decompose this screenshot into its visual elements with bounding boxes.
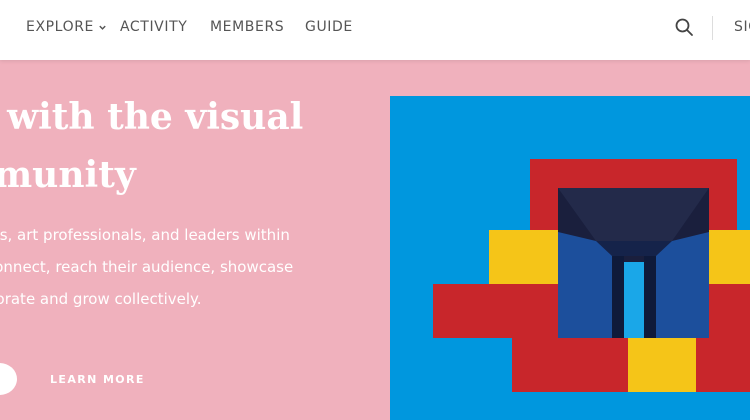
description-line: borate and grow collectively. (0, 290, 202, 308)
nav-explore[interactable]: EXPLORE (26, 19, 107, 35)
sign-in-link[interactable]: SIG (734, 19, 750, 35)
description-line: connect, reach their audience, showcase (0, 258, 294, 276)
nav-guide[interactable]: GUIDE (305, 19, 353, 35)
hero-description: sts, art professionals, and leaders with… (0, 219, 340, 315)
hero-headline: ct with the visual mmunity (0, 88, 360, 204)
description-line: sts, art professionals, and leaders with… (0, 226, 290, 244)
nav-activity[interactable]: ACTIVITY (120, 19, 187, 35)
nav-explore-label: EXPLORE (26, 19, 94, 35)
nav-members[interactable]: MEMBERS (210, 19, 284, 35)
learn-more-link[interactable]: LEARN MORE (50, 373, 145, 386)
search-icon[interactable] (674, 17, 694, 37)
top-navigation: EXPLORE ACTIVITY MEMBERS GUIDE SIG (0, 0, 750, 60)
hero-artwork (390, 96, 750, 420)
headline-line: ct with the visual (0, 96, 304, 138)
chevron-down-icon (99, 25, 106, 30)
join-circle-button[interactable] (0, 363, 17, 395)
nav-divider (712, 16, 713, 40)
headline-line: mmunity (0, 154, 136, 196)
